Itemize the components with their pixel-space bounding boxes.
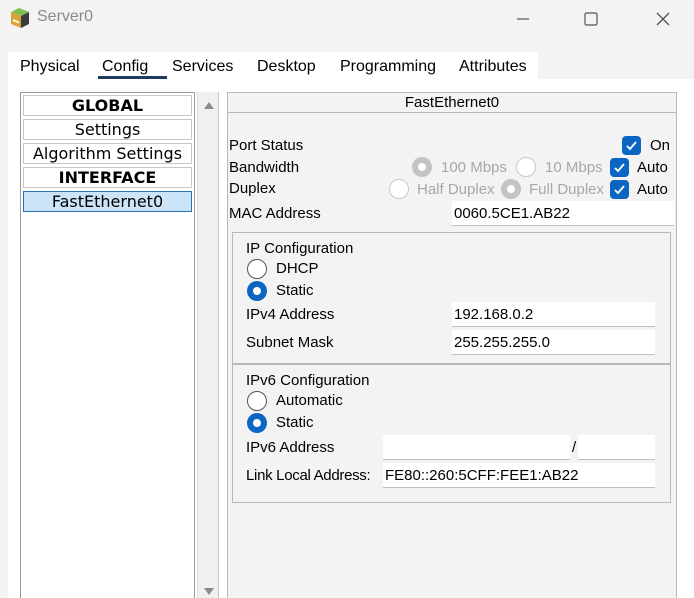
close-icon bbox=[656, 12, 670, 26]
bandwidth-100-radio bbox=[412, 157, 432, 177]
dhcp-radio[interactable] bbox=[247, 259, 267, 279]
sidebar-header-interface: INTERFACE bbox=[23, 167, 192, 188]
duplex-auto-label: Auto bbox=[637, 181, 668, 198]
title-bar: Server0 bbox=[0, 0, 694, 38]
scroll-up-arrow-icon[interactable] bbox=[203, 101, 215, 110]
sidebar-header-global: GLOBAL bbox=[23, 95, 192, 116]
ipv6-automatic-radio[interactable] bbox=[247, 391, 267, 411]
scroll-down-arrow-icon[interactable] bbox=[203, 587, 215, 596]
bandwidth-10-radio bbox=[516, 157, 536, 177]
duplex-half-label: Half Duplex bbox=[417, 181, 495, 198]
ipv4-address-input[interactable]: 192.168.0.2 bbox=[452, 302, 655, 327]
ipv6-prefix-separator: / bbox=[572, 439, 577, 456]
window-title: Server0 bbox=[37, 8, 94, 25]
ipv6-address-label: IPv6 Address bbox=[246, 439, 335, 456]
dhcp-label: DHCP bbox=[276, 260, 319, 277]
link-local-address-label: Link Local Address: bbox=[246, 467, 371, 484]
packet-tracer-server-icon bbox=[11, 8, 29, 28]
ipv6-configuration-group: IPv6 Configuration Automatic Static IPv6… bbox=[232, 364, 671, 503]
subnet-mask-input[interactable]: 255.255.255.0 bbox=[452, 330, 655, 355]
ipv6-static-label: Static bbox=[276, 414, 314, 431]
sidebar-item-settings[interactable]: Settings bbox=[23, 119, 192, 140]
checkmark-icon bbox=[626, 141, 637, 151]
ipv6-static-radio[interactable] bbox=[247, 413, 267, 433]
subnet-mask-label: Subnet Mask bbox=[246, 334, 334, 351]
tab-services[interactable]: Services bbox=[172, 58, 233, 76]
duplex-label: Duplex bbox=[229, 180, 276, 197]
sidebar-item-algorithm-settings[interactable]: Algorithm Settings bbox=[23, 143, 192, 164]
tab-desktop[interactable]: Desktop bbox=[257, 58, 316, 76]
minimize-button[interactable] bbox=[500, 0, 546, 38]
ipv6-configuration-title: IPv6 Configuration bbox=[246, 372, 370, 389]
sidebar-scrollbar[interactable] bbox=[197, 92, 219, 598]
ipv4-address-label: IPv4 Address bbox=[246, 306, 335, 323]
port-status-on-label: On bbox=[650, 137, 671, 154]
duplex-full-radio bbox=[501, 179, 521, 199]
bandwidth-auto-label: Auto bbox=[637, 159, 668, 176]
interface-title: FastEthernet0 bbox=[228, 93, 676, 113]
duplex-half-radio bbox=[389, 179, 409, 199]
tab-config[interactable]: Config bbox=[102, 58, 148, 76]
link-local-address-input[interactable]: FE80::260:5CFF:FEE1:AB22 bbox=[383, 463, 655, 488]
mac-address-label: MAC Address bbox=[229, 205, 321, 222]
sidebar-item-fastethernet0[interactable]: FastEthernet0 bbox=[23, 191, 192, 212]
duplex-auto-checkbox[interactable] bbox=[610, 180, 629, 199]
tab-programming[interactable]: Programming bbox=[340, 58, 436, 76]
mac-address-input[interactable]: 0060.5CE1.AB22 bbox=[452, 201, 674, 226]
ipv6-automatic-label: Automatic bbox=[276, 392, 343, 409]
ip-configuration-title: IP Configuration bbox=[246, 240, 354, 257]
bandwidth-auto-checkbox[interactable] bbox=[610, 158, 629, 177]
bandwidth-100-label: 100 Mbps bbox=[441, 159, 507, 176]
close-button[interactable] bbox=[640, 0, 686, 38]
checkmark-icon bbox=[614, 163, 625, 173]
maximize-button[interactable] bbox=[568, 0, 614, 38]
maximize-icon bbox=[584, 12, 598, 26]
tab-attributes[interactable]: Attributes bbox=[459, 58, 527, 76]
bandwidth-10-label: 10 Mbps bbox=[545, 159, 603, 176]
ip-configuration-group: IP Configuration DHCP Static IPv4 Addres… bbox=[232, 232, 671, 364]
port-status-label: Port Status bbox=[229, 137, 304, 154]
duplex-full-label: Full Duplex bbox=[529, 181, 605, 198]
ipv4-static-label: Static bbox=[276, 282, 314, 299]
interface-panel: FastEthernet0 Port Status On Bandwidth 1… bbox=[227, 92, 677, 598]
ipv6-address-input[interactable] bbox=[383, 435, 570, 460]
checkmark-icon bbox=[614, 185, 625, 195]
tab-physical[interactable]: Physical bbox=[20, 58, 80, 76]
config-sidebar: GLOBAL Settings Algorithm Settings INTER… bbox=[20, 92, 195, 598]
bandwidth-label: Bandwidth bbox=[229, 159, 300, 176]
tab-bar: Physical Config Services Desktop Program… bbox=[8, 52, 538, 79]
ipv4-static-radio[interactable] bbox=[247, 281, 267, 301]
minimize-icon bbox=[517, 18, 529, 20]
port-status-checkbox[interactable] bbox=[622, 136, 641, 155]
ipv6-prefix-input[interactable] bbox=[578, 435, 655, 460]
